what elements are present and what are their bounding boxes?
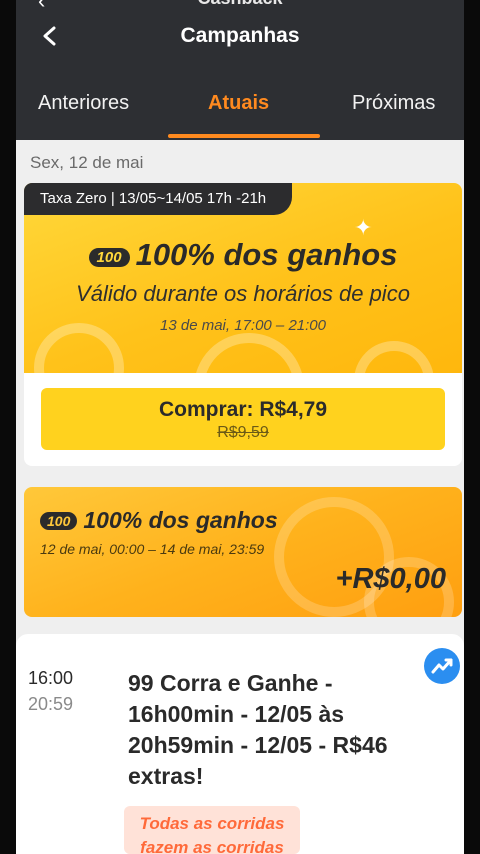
app-screen: ‹ Cashback Campanhas Anteriores Atuais P… — [16, 0, 464, 854]
previous-header-title: Cashback — [16, 0, 464, 9]
campaign-headline: 100 100% dos ganhos — [40, 507, 278, 534]
previous-header-fragment: ‹ Cashback — [16, 0, 464, 10]
app-header: ‹ Cashback Campanhas Anteriores Atuais P… — [16, 0, 464, 140]
start-time: 16:00 — [28, 668, 74, 688]
campaign-headline: 100 100% dos ganhos — [24, 237, 462, 273]
page-title: Campanhas — [180, 24, 300, 47]
coin-decoration — [354, 341, 434, 373]
end-time: 20:59 — [28, 694, 74, 714]
chip-line: Todas as corridas — [139, 814, 285, 833]
active-tab-indicator — [168, 134, 320, 138]
campaign-subtitle: Válido durante os horários de pico — [76, 281, 410, 306]
device-bezel-right — [464, 0, 480, 854]
buy-button[interactable]: Comprar: R$4,79 R$9,59 — [41, 388, 445, 450]
campaign-banner: Taxa Zero | 13/05~14/05 17h -21h ✦ 100 10… — [24, 183, 462, 373]
coin-decoration — [194, 333, 304, 373]
trending-up-icon — [424, 648, 460, 684]
campaign-card-corra-e-ganhe[interactable]: 16:00 20:59 99 Corra e Ganhe - 16h00min … — [16, 634, 464, 854]
date-label: Sex, 12 de mai — [30, 153, 144, 172]
campaign-card-ganhos[interactable]: 100 100% dos ganhos 12 de mai, 00:00 – 14… — [24, 487, 462, 617]
tab-atuais[interactable]: Atuais — [208, 92, 269, 115]
tab-anteriores[interactable]: Anteriores — [38, 92, 129, 115]
campaign-card-taxa-zero: Taxa Zero | 13/05~14/05 17h -21h ✦ 100 10… — [24, 183, 462, 466]
percentage-badge: 100 — [88, 248, 130, 268]
chip-line: fazem as corridas — [140, 838, 284, 854]
tab-proximas[interactable]: Próximas — [352, 92, 435, 115]
headline-text: 100% dos ganhos — [135, 237, 398, 272]
campaign-period: 12 de mai, 00:00 – 14 de mai, 23:59 — [40, 541, 265, 557]
device-bezel-left — [0, 0, 16, 854]
headline-text: 100% dos ganhos — [83, 507, 278, 533]
campaign-description: 99 Corra e Ganhe - 16h00min - 12/05 às 2… — [128, 670, 388, 789]
campaign-period: 13 de mai, 17:00 – 21:00 — [160, 317, 326, 334]
ride-condition-chip: Todas as corridas fazem as corridas — [124, 806, 300, 854]
tab-bar: Anteriores Atuais Próximas — [16, 82, 464, 140]
old-price: R$9,59 — [217, 424, 269, 441]
buy-button-label: Comprar: R$4,79 — [158, 398, 328, 421]
percentage-badge: 100 — [40, 512, 78, 530]
earned-amount: +R$0,00 — [335, 563, 446, 595]
campaign-tag: Taxa Zero | 13/05~14/05 17h -21h — [24, 183, 293, 215]
